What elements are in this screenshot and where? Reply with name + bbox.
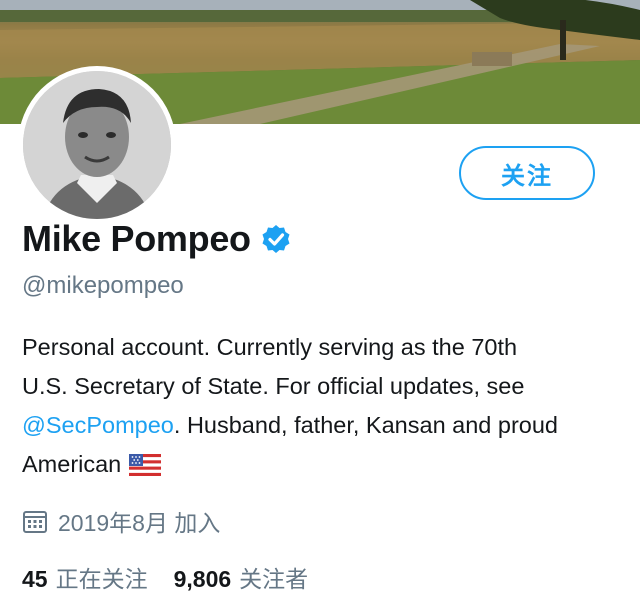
profile-bio: Personal account. Currently serving as t…: [22, 328, 622, 484]
mention-link[interactable]: @SecPompeo: [22, 412, 174, 438]
join-date: 2019年8月 加入: [22, 504, 220, 538]
profile-handle: @mikepompeo: [22, 272, 184, 299]
verified-badge-icon[interactable]: [261, 224, 291, 254]
following-count: 45: [22, 566, 48, 592]
profile-stats: 45 正在关注 9,806 关注者: [22, 560, 334, 594]
bio-line: U.S. Secretary of State. For official up…: [22, 373, 525, 399]
following-label: 正在关注: [55, 566, 148, 592]
join-date-text: 2019年8月 加入: [58, 510, 221, 536]
avatar-portrait: [23, 71, 171, 219]
followers-count: 9,806: [173, 566, 232, 592]
bio-line: Personal account. Currently serving as t…: [22, 334, 518, 360]
profile-name: Mike Pompeo: [22, 218, 251, 259]
avatar[interactable]: [23, 71, 171, 219]
following-stat[interactable]: 45 正在关注: [22, 560, 148, 594]
followers-label: 关注者: [239, 566, 309, 592]
profile-name-row: Mike Pompeo: [22, 218, 291, 260]
calendar-icon: [23, 511, 47, 533]
followers-stat[interactable]: 9,806 关注者: [174, 560, 309, 594]
us-flag-icon: [129, 454, 162, 476]
bio-line: American: [22, 445, 622, 484]
follow-button[interactable]: 关注: [459, 146, 595, 200]
bio-line: @SecPompeo. Husband, father, Kansan and …: [22, 406, 622, 445]
bio-text: American: [22, 451, 122, 477]
bio-text: . Husband, father, Kansan and proud: [173, 412, 559, 438]
avatar-frame[interactable]: [18, 66, 176, 224]
